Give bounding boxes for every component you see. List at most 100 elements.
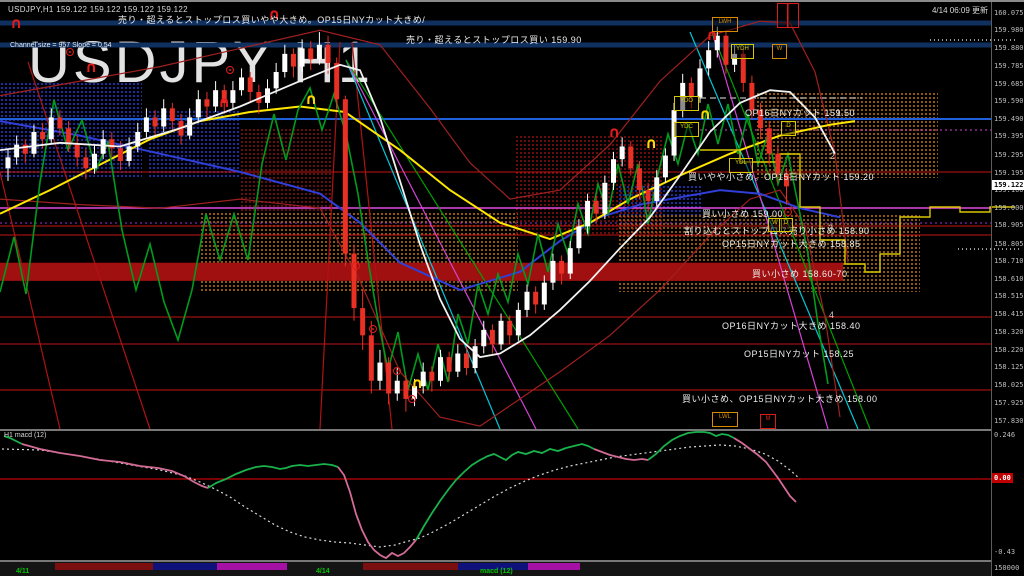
candle-body [230, 90, 235, 103]
candle-body [377, 363, 382, 381]
green-zigzag [0, 88, 828, 390]
annotation-text: OP15日NYカット 158.25 [744, 347, 854, 360]
annotation-text: 売り・超えるとストップロス買い 159.90 [406, 33, 582, 46]
candle-body [568, 248, 573, 273]
buy-signal-icon: ∩ [699, 105, 711, 123]
candle-body [248, 77, 253, 92]
current-price-badge: 159.122 [992, 180, 1024, 190]
candle-body [101, 139, 106, 154]
sell-signal-icon: ∩ [85, 58, 97, 76]
pivot-label-W: W [772, 44, 787, 59]
price-axis-label: 158.220 [994, 346, 1023, 354]
price-axis-label: 158.805 [994, 240, 1023, 248]
session-segment [217, 563, 287, 570]
price-axis-label: 159.000 [994, 204, 1023, 212]
candle-body [533, 292, 538, 305]
macd-zero-badge: 0.00 [992, 473, 1013, 483]
macd-main-line [208, 464, 338, 488]
candle-body [473, 346, 478, 368]
annotation-text: OP15日NYカット大きめ 158.85 [722, 237, 861, 250]
price-axis-label: 159.685 [994, 80, 1023, 88]
price-axis-label: 158.515 [994, 292, 1023, 300]
session-segment [528, 563, 580, 570]
price-axis-label: 158.320 [994, 328, 1023, 336]
candle-body [620, 146, 625, 159]
timeline-bar[interactable]: 4/114/14macd (12) [0, 562, 991, 576]
level-number: 1 [836, 108, 841, 118]
macd-signal-line [2, 445, 800, 547]
alert-dot-center [229, 69, 231, 71]
candle-body [507, 321, 512, 336]
candle-body [239, 77, 244, 90]
price-axis-label: 160.075 [994, 9, 1023, 17]
candle-body [57, 117, 62, 128]
candle-body [300, 48, 305, 66]
candle-body [6, 157, 11, 168]
candle-body [92, 154, 97, 169]
candle-body [576, 226, 581, 248]
pivot-label-LWH: LWH [712, 17, 738, 32]
candle-body [559, 261, 564, 274]
candle-body [499, 321, 504, 345]
sell-signal-icon: ∩ [10, 14, 22, 32]
candle-body [455, 354, 460, 372]
candle-body [646, 190, 651, 201]
session-segment [363, 563, 458, 570]
sell-signal-icon: ∩ [608, 123, 620, 141]
alert-dot-center [355, 265, 357, 267]
candle-body [516, 310, 521, 335]
candle-body [291, 54, 296, 67]
candle-body [395, 381, 400, 394]
price-axis-label: 158.125 [994, 363, 1023, 371]
price-axis-label: 157.830 [994, 417, 1023, 425]
level-number: 3 [828, 223, 833, 233]
macd-scale-label: -0.43 [994, 548, 1023, 556]
candle-body [429, 372, 434, 381]
price-axis-label: 158.610 [994, 275, 1023, 283]
pivot-label-M: M [760, 414, 776, 429]
annotation-text: 売り・超えるとストップロス買いやや大きめ。OP15日NYカット大きめ/ [118, 13, 425, 26]
session-segment [153, 563, 217, 570]
annotation-text: 買い小さめ、OP15日NYカット大きめ 158.00 [682, 392, 878, 405]
candle-body [282, 54, 287, 72]
level-number: 4 [829, 310, 834, 320]
candle-body [352, 254, 357, 308]
channel-line [28, 62, 150, 429]
macd-main-line [594, 449, 648, 460]
price-chart-canvas[interactable]: ∩∩∩∩∩∩∩∩∩∩ [0, 2, 1024, 576]
annotation-text: OP16日NYカット大きめ 158.40 [722, 319, 861, 332]
candle-body [403, 381, 408, 399]
buy-signal-icon: ∩ [411, 374, 423, 392]
price-axis-label: 159.980 [994, 26, 1023, 34]
alert-dot-center [411, 398, 413, 400]
pivot-label-YDL: YDL [729, 158, 753, 173]
pivot-label-YDO: YDO [674, 96, 699, 111]
candle-body [187, 117, 192, 135]
macd-main-line [734, 438, 796, 502]
alert-dot-center [396, 370, 398, 372]
channel-info-label: Channel size = 957 Slope = 0.54 [10, 42, 112, 49]
candle-body [127, 146, 132, 161]
candle-body [161, 108, 166, 126]
macd-main-line [648, 432, 734, 460]
annotation-text: 買い小さめ 158.60-70 [752, 267, 848, 280]
buy-signal-icon: ∩ [645, 134, 657, 152]
candle-body [438, 357, 443, 381]
session-segment [55, 563, 153, 570]
candle-body [628, 146, 633, 168]
candle-body [481, 330, 486, 346]
annotation-text: 買いやや小さめ。OP15日NYカット 159.20 [688, 170, 874, 183]
candle-body [706, 50, 711, 68]
candle-body [31, 132, 36, 154]
candle-body [274, 72, 279, 88]
price-axis-label: 158.025 [994, 381, 1023, 389]
macd-panel-label: H1 macd (12) [4, 432, 46, 439]
candle-body [542, 283, 547, 305]
alert-dot-center [787, 211, 789, 213]
price-axis-border [991, 2, 992, 576]
candle-body [153, 117, 158, 126]
price-axis-label: 158.710 [994, 257, 1023, 265]
candle-body [698, 68, 703, 97]
candle-body [602, 183, 607, 214]
candle-body [14, 145, 19, 158]
